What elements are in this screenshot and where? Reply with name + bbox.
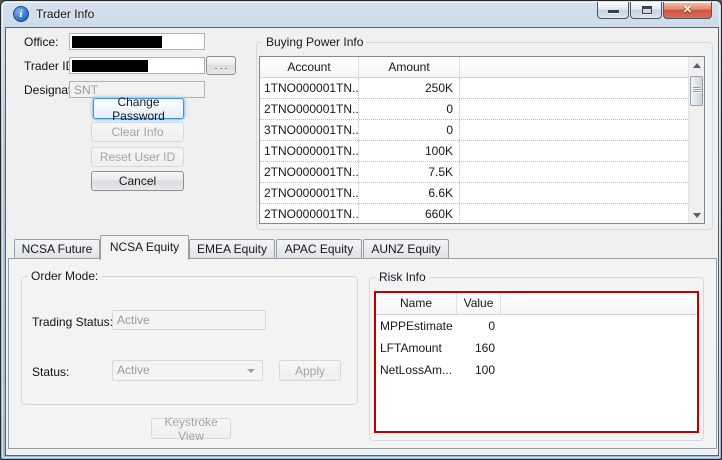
chevron-down-icon — [247, 369, 255, 373]
browse-button[interactable]: . . . — [206, 56, 236, 75]
column-header-filler — [460, 57, 704, 77]
buying-power-group-title: Buying Power Info — [263, 35, 366, 49]
table-row[interactable]: 1TNO000001TN... 250K — [260, 78, 704, 99]
order-mode-group-title: Order Mode: — [28, 269, 101, 283]
cell-amount: 0 — [359, 99, 460, 119]
table-row[interactable]: LFTAmount 160 — [376, 337, 697, 359]
column-header-amount[interactable]: Amount — [359, 57, 460, 77]
trading-status-input: Active — [112, 310, 266, 330]
window-title: Trader Info — [36, 7, 94, 21]
tab-aunz-equity[interactable]: AUNZ Equity — [363, 239, 449, 260]
cell-amount: 250K — [359, 78, 460, 98]
scroll-down-button[interactable] — [689, 207, 705, 223]
cell-value: 100 — [457, 359, 501, 381]
cell-account: 1TNO000001TN... — [260, 141, 359, 161]
buying-power-group: Buying Power Info Account Amount 1TNO000… — [256, 42, 713, 230]
column-header-name[interactable]: Name — [376, 293, 457, 314]
cell-account: 2TNO000001TN... — [260, 99, 359, 119]
close-icon: ✕ — [664, 3, 711, 16]
buying-power-table-header[interactable]: Account Amount — [260, 57, 704, 78]
maximize-button[interactable] — [630, 2, 662, 19]
risk-info-group: Risk Info Name Value MPPEstimate 0 LFTAm… — [369, 277, 704, 441]
trader-info-window: i Trader Info ✕ Office: Trader ID: . . .… — [0, 0, 722, 460]
apply-button: Apply — [279, 360, 341, 381]
cell-account: 3TNO000001TN... — [260, 120, 359, 140]
close-button[interactable]: ✕ — [663, 2, 712, 19]
risk-info-group-title: Risk Info — [376, 270, 429, 284]
table-row[interactable]: 2TNO000001TN... 660K — [260, 204, 704, 224]
cell-name: LFTAmount — [376, 337, 457, 359]
arrow-down-icon — [693, 213, 701, 218]
cell-name: NetLossAm... — [376, 359, 457, 381]
status-dropdown: Active — [112, 360, 263, 381]
reset-user-id-button: Reset User ID — [91, 147, 184, 167]
redacted-office-value — [72, 36, 162, 48]
tab-apac-equity[interactable]: APAC Equity — [276, 239, 362, 260]
cell-amount: 0 — [359, 120, 460, 140]
scrollbar-grip — [693, 87, 700, 93]
caption-buttons: ✕ — [596, 2, 712, 19]
minimize-button[interactable] — [597, 2, 629, 19]
table-row[interactable]: 2TNO000001TN... 0 — [260, 99, 704, 120]
tab-page-ncsa-equity: Order Mode: Trading Status: Active Statu… — [8, 258, 717, 449]
redacted-trader-id-value — [72, 60, 148, 72]
tab-ncsa-future[interactable]: NCSA Future — [14, 239, 100, 260]
cell-value: 0 — [457, 315, 501, 337]
cell-amount: 7.5K — [359, 162, 460, 182]
risk-table-header[interactable]: Name Value — [376, 293, 697, 315]
table-row[interactable]: 2TNO000001TN... 7.5K — [260, 162, 704, 183]
table-row[interactable]: 2TNO000001TN... 6.6K — [260, 183, 704, 204]
keystroke-view-button: Keystroke View — [151, 418, 231, 439]
status-dropdown-value: Active — [117, 363, 150, 377]
order-mode-group: Order Mode: Trading Status: Active Statu… — [21, 276, 358, 405]
cell-amount: 660K — [359, 204, 460, 224]
cell-value: 160 — [457, 337, 501, 359]
table-row[interactable]: MPPEstimate 0 — [376, 315, 697, 337]
cell-account: 1TNO000001TN... — [260, 78, 359, 98]
buying-power-table[interactable]: Account Amount 1TNO000001TN... 250K 2TNO… — [259, 56, 705, 224]
dialog-client-area: Office: Trader ID: . . . Designation: SN… — [5, 27, 719, 456]
trader-id-input[interactable] — [69, 57, 205, 74]
risk-info-table[interactable]: Name Value MPPEstimate 0 LFTAmount 160 — [374, 291, 699, 433]
vertical-scrollbar[interactable] — [688, 57, 704, 223]
table-row[interactable]: 3TNO000001TN... 0 — [260, 120, 704, 141]
office-label: Office: — [24, 35, 58, 49]
maximize-icon — [642, 6, 652, 14]
cell-amount: 6.6K — [359, 183, 460, 203]
cell-name: MPPEstimate — [376, 315, 457, 337]
column-header-account[interactable]: Account — [260, 57, 359, 77]
table-row[interactable]: 1TNO000001TN... 100K — [260, 141, 704, 162]
title-bar[interactable]: i Trader Info ✕ — [1, 1, 721, 27]
cell-account: 2TNO000001TN... — [260, 162, 359, 182]
cancel-button[interactable]: Cancel — [91, 171, 184, 191]
minimize-icon — [608, 10, 619, 13]
column-header-filler — [501, 293, 697, 314]
office-input[interactable] — [69, 33, 205, 50]
cell-account: 2TNO000001TN... — [260, 183, 359, 203]
status-label: Status: — [32, 365, 69, 379]
trading-status-label: Trading Status: — [32, 315, 113, 329]
cell-account: 2TNO000001TN... — [260, 204, 359, 224]
column-header-value[interactable]: Value — [457, 293, 501, 314]
clear-info-button: Clear Info — [91, 122, 184, 142]
tab-emea-equity[interactable]: EMEA Equity — [189, 239, 275, 260]
tab-ncsa-equity[interactable]: NCSA Equity — [100, 235, 189, 260]
cell-amount: 100K — [359, 141, 460, 161]
info-icon: i — [13, 6, 29, 22]
change-password-button[interactable]: Change Password — [93, 98, 184, 119]
scroll-up-button[interactable] — [689, 57, 705, 73]
scrollbar-thumb[interactable] — [690, 76, 703, 106]
table-row[interactable]: NetLossAm... 100 — [376, 359, 697, 381]
arrow-up-icon — [693, 63, 701, 68]
